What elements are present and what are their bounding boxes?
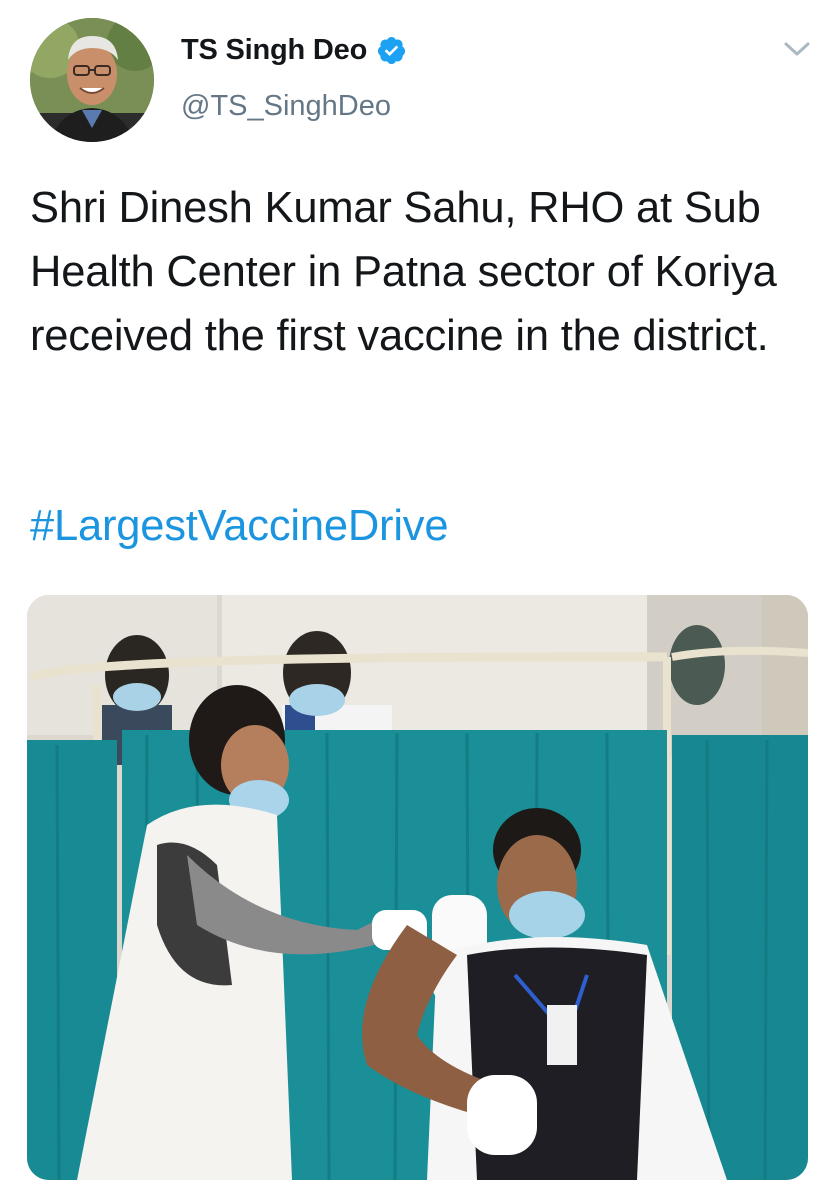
author-display-name[interactable]: TS Singh Deo [181, 34, 367, 67]
tweet-menu-chevron-down-icon[interactable] [782, 36, 812, 62]
vaccination-photo-icon [27, 595, 808, 1180]
tweet: TS Singh Deo @TS_SinghDeo Shri Dinesh Ku… [0, 0, 836, 1200]
tweet-text: Shri Dinesh Kumar Sahu, RHO at Sub Healt… [30, 184, 777, 360]
hashtag-link[interactable]: #LargestVaccineDrive [30, 494, 449, 558]
author-name-row: TS Singh Deo [181, 30, 407, 70]
author-avatar[interactable] [30, 18, 154, 142]
tweet-photo[interactable] [27, 595, 808, 1180]
author-handle[interactable]: @TS_SinghDeo [181, 90, 391, 123]
verified-badge-icon [376, 35, 407, 66]
avatar-photo-icon [30, 18, 154, 142]
